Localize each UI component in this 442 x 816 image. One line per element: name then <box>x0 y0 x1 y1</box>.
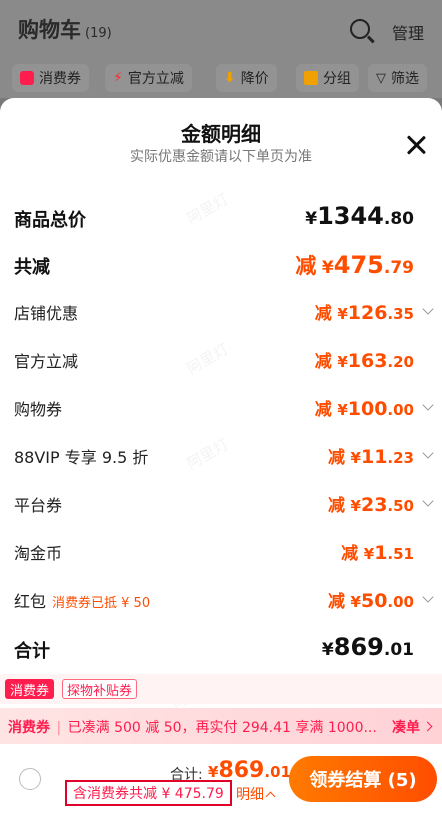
filter-chip-group[interactable]: 分组 <box>296 64 359 92</box>
coupon-icon <box>20 71 34 85</box>
filter-icon: ▽ <box>376 70 386 86</box>
discount-row-platform-coupon[interactable]: 平台券 减 ¥23.50 <box>0 486 442 526</box>
discount-row-shopping-coupon[interactable]: 购物券 减 ¥100.00 <box>0 390 442 430</box>
discount-label: 店铺优惠 <box>14 304 79 323</box>
cart-count: (19) <box>85 26 112 41</box>
filter-chip-filter[interactable]: ▽ 筛选 <box>368 64 427 92</box>
chevron-up-icon <box>265 791 276 801</box>
total-cut-row: 共减 减 ¥475.79 <box>0 246 442 286</box>
discount-amount: 减 ¥126.35 <box>314 302 414 324</box>
chevron-down-icon[interactable] <box>422 447 434 459</box>
discount-label: 购物券 <box>14 400 63 419</box>
discount-row-taojinbi: 淘金币 减 ¥1.51 <box>0 534 442 574</box>
folder-icon <box>304 71 318 85</box>
chevron-down-icon[interactable] <box>422 303 434 315</box>
discount-label: 官方立减 <box>14 352 79 371</box>
discount-amount: 减 ¥50.00 <box>327 590 414 612</box>
manage-button[interactable]: 管理 <box>392 20 424 44</box>
goods-total-row: 商品总价 ¥1344.80 <box>0 198 442 238</box>
discount-label: 红包 消费券已抵 ¥ 50 <box>14 592 151 611</box>
detail-toggle[interactable]: 明细 <box>236 784 276 804</box>
chevron-right-icon <box>422 721 433 732</box>
sheet-subtitle: 实际优惠金额请以下单页为准 <box>130 149 312 165</box>
lightning-icon: ⚡ <box>113 70 123 86</box>
discount-amount: 减 ¥100.00 <box>314 398 414 420</box>
amount-detail-sheet: 金额明细 实际优惠金额请以下单页为准 阿里灯 阿里灯 阿里灯 阿里灯 商品总价 … <box>0 98 442 816</box>
discount-amount: 减 ¥11.23 <box>327 446 414 468</box>
chevron-down-icon[interactable] <box>422 399 434 411</box>
discount-label: 淘金币 <box>14 544 63 563</box>
add-items-link[interactable]: 凑单 <box>392 717 420 737</box>
goods-total-amount: ¥1344.80 <box>305 202 414 230</box>
coupon-total-note: 含消费券共减 ¥ 475.79 <box>65 780 232 806</box>
chevron-down-icon[interactable] <box>422 591 434 603</box>
discount-amount: 减 ¥23.50 <box>327 494 414 516</box>
filter-chip-official-discount[interactable]: ⚡ 官方立减 <box>105 64 192 92</box>
total-cut-amount: 减 ¥475.79 <box>295 251 414 279</box>
discount-amount: 减 ¥163.20 <box>314 350 414 372</box>
red-packet-note: 消费券已抵 ¥ 50 <box>52 596 151 611</box>
sum-label: 合计 <box>14 641 50 662</box>
chevron-down-icon[interactable] <box>422 495 434 507</box>
filter-bar: 消费券 ⚡ 官方立减 ⬇ 降价 分组 ▽ 筛选 <box>0 58 442 98</box>
promo-text: 消费券 | 已凑满 500 减 50，再实付 294.41 享满 1000... <box>8 720 377 736</box>
discount-row-88vip[interactable]: 88VIP 专享 9.5 折 减 ¥11.23 <box>0 438 442 478</box>
discount-row-red-packet[interactable]: 红包 消费券已抵 ¥ 50 减 ¥50.00 <box>0 582 442 622</box>
close-icon[interactable] <box>405 134 427 156</box>
search-icon[interactable] <box>350 19 370 39</box>
promo-bar[interactable]: 消费券 | 已凑满 500 减 50，再实付 294.41 享满 1000...… <box>0 708 442 744</box>
discount-label: 平台券 <box>14 496 63 515</box>
consumer-coupon-tag: 消费券 <box>5 679 55 699</box>
discount-row-official: 官方立减 减 ¥163.20 <box>0 342 442 382</box>
total-cut-label: 共减 <box>14 257 50 278</box>
sheet-title: 金额明细 <box>181 122 261 146</box>
sum-row: 合计 ¥869.01 <box>0 630 442 670</box>
discount-row-shop[interactable]: 店铺优惠 减 ¥126.35 <box>0 294 442 334</box>
filter-chip-coupon[interactable]: 消费券 <box>12 64 89 92</box>
sum-amount: ¥869.01 <box>321 633 414 661</box>
discount-amount: 减 ¥1.51 <box>341 542 414 564</box>
page-title: 购物车 (19) <box>18 18 112 42</box>
discount-label: 88VIP 专享 9.5 折 <box>14 448 149 467</box>
filter-chip-price-drop[interactable]: ⬇ 降价 <box>216 64 277 92</box>
subsidy-coupon-tag: 探物补贴券 <box>62 679 138 699</box>
down-arrow-icon: ⬇ <box>224 70 236 86</box>
cart-header: 购物车 (19) 管理 <box>0 0 442 58</box>
select-all-radio[interactable] <box>19 768 41 790</box>
coupon-tag-strip: 消费券 探物补贴券 <box>0 674 442 704</box>
goods-total-label: 商品总价 <box>14 210 86 231</box>
checkout-button[interactable]: 领券结算 (5) <box>289 756 437 802</box>
